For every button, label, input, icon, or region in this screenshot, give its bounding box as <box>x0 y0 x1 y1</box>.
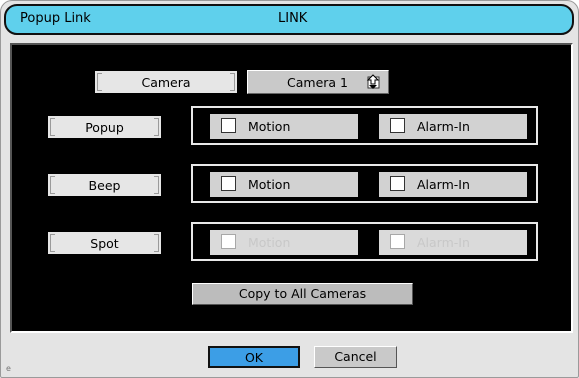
spot-label-text: Spot <box>90 235 119 251</box>
camera-select-value: Camera 1 <box>287 75 348 90</box>
copy-to-all-cameras-button[interactable]: Copy to All Cameras <box>192 283 413 305</box>
cancel-button[interactable]: Cancel <box>314 346 397 368</box>
popup-motion-checkbox[interactable]: Motion <box>210 114 358 139</box>
beep-motion-checkbox[interactable]: Motion <box>210 172 358 197</box>
beep-label: Beep <box>48 174 161 196</box>
spot-motion-checkbox[interactable]: Motion <box>210 230 358 255</box>
checkbox-icon <box>390 176 405 191</box>
popup-alarm-label: Alarm-In <box>417 119 470 134</box>
checkbox-icon <box>390 118 405 133</box>
spot-alarm-checkbox[interactable]: Alarm-In <box>379 230 527 255</box>
beep-label-text: Beep <box>88 177 121 193</box>
popup-link-window: Popup Link LINK Camera Camera 1 Popup Mo… <box>0 0 579 378</box>
camera-label-text: Camera <box>141 74 191 90</box>
popup-motion-label: Motion <box>248 119 291 134</box>
dropdown-arrow-icon <box>366 74 380 89</box>
beep-alarm-checkbox[interactable]: Alarm-In <box>379 172 527 197</box>
checkbox-icon <box>221 234 236 249</box>
window-title: Popup Link <box>20 11 91 26</box>
checkbox-icon <box>221 118 236 133</box>
checkbox-icon <box>390 234 405 249</box>
spot-alarm-label: Alarm-In <box>417 235 470 250</box>
ok-button[interactable]: OK <box>208 346 300 368</box>
corner-mark: e <box>6 364 11 373</box>
beep-alarm-label: Alarm-In <box>417 177 470 192</box>
camera-select[interactable]: Camera 1 <box>247 70 389 94</box>
spot-label: Spot <box>48 232 161 254</box>
popup-label-text: Popup <box>85 119 124 135</box>
camera-label: Camera <box>95 71 237 93</box>
window-subtitle: LINK <box>278 11 308 26</box>
popup-alarm-checkbox[interactable]: Alarm-In <box>379 114 527 139</box>
popup-label: Popup <box>48 116 161 138</box>
beep-motion-label: Motion <box>248 177 291 192</box>
title-bar: Popup Link LINK <box>4 4 574 35</box>
spot-motion-label: Motion <box>248 235 291 250</box>
checkbox-icon <box>221 176 236 191</box>
